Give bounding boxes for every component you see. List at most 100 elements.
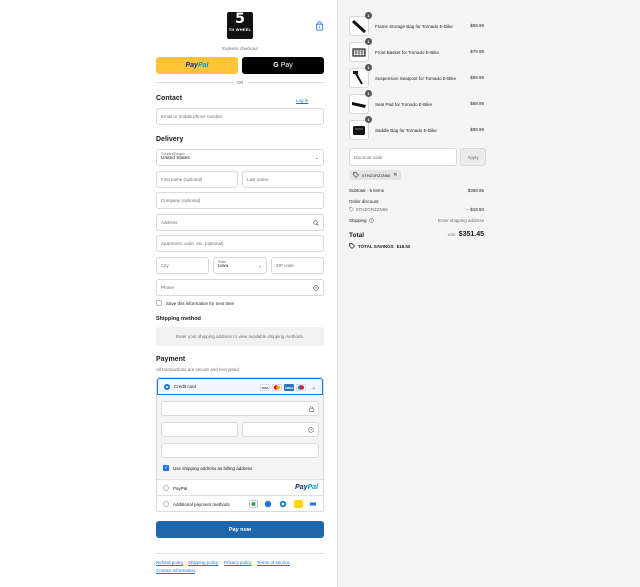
paypal-option[interactable]: PayPal PayPal xyxy=(157,479,323,496)
chevron-down-icon: ⌄ xyxy=(257,262,262,269)
discount-value: − $18.50 xyxy=(466,207,484,212)
product-thumbnail: 1 xyxy=(349,64,372,88)
payment-subtitle: All transactions are secure and encrypte… xyxy=(156,367,241,372)
card-number-field[interactable] xyxy=(161,401,319,416)
total-savings: TOTAL SAVINGS $18.50 xyxy=(349,243,410,249)
email-field[interactable]: Email or mobile phone number xyxy=(156,108,324,125)
or-label: OR xyxy=(236,79,244,85)
country-select[interactable]: Country/Region United States ⌄ xyxy=(156,149,324,166)
apartment-field[interactable]: Apartment, suite, etc. (optional) xyxy=(156,235,324,252)
discount-code-row: 5THZGRZZN66 − $18.50 xyxy=(349,207,484,212)
lock-icon xyxy=(309,405,314,412)
contact-information-link[interactable]: Contact information xyxy=(156,568,195,573)
gpay-text: Pay xyxy=(280,62,293,69)
express-checkout-label: Express checkout xyxy=(222,46,258,51)
first-name-field[interactable]: First name (optional) xyxy=(156,171,238,188)
payment-methods: Credit card VISA AMEX +4 ? ✓ Use shippin… xyxy=(156,377,324,512)
shipping-label: Shipping xyxy=(349,218,367,223)
expiry-field[interactable] xyxy=(161,422,238,437)
help-circle-icon[interactable]: ? xyxy=(308,426,314,433)
apartment-placeholder: Apartment, suite, etc. (optional) xyxy=(161,241,224,246)
apply-button[interactable]: Apply xyxy=(460,148,486,166)
additional-payment-option[interactable]: Additional payment methods xyxy=(157,495,323,512)
google-g-icon: G xyxy=(273,62,279,69)
store-logo[interactable]: 5 TH WHEEL xyxy=(227,12,253,39)
order-discount-row: Order discount xyxy=(349,199,484,204)
total-value: $351.45 xyxy=(458,231,484,238)
terms-of-service-link[interactable]: Terms of service xyxy=(257,560,290,565)
subtotal-row: Subtotal · 5 items $369.95 xyxy=(349,188,484,193)
phone-placeholder: Phone xyxy=(161,285,175,290)
refund-policy-link[interactable]: Refund policy xyxy=(156,560,183,565)
checkout-form-panel: 5 TH WHEEL Express checkout Pay Pal G Pay … xyxy=(0,0,337,587)
product-price: $99.99 xyxy=(470,127,484,132)
help-circle-icon[interactable]: ? xyxy=(368,218,374,223)
order-discount-label: Order discount xyxy=(349,199,379,204)
additional-payment-radio[interactable] xyxy=(163,501,169,507)
more-cards-label: +4 xyxy=(311,385,315,390)
paypal-text-a: Pay xyxy=(185,62,198,69)
search-icon xyxy=(313,219,319,226)
paypal-logo-b: Pal xyxy=(307,484,318,491)
shopping-bag-icon[interactable] xyxy=(315,21,324,31)
name-on-card-field[interactable] xyxy=(161,443,319,458)
save-info-checkbox[interactable] xyxy=(156,300,162,306)
shipping-info-text: Enter your shipping address to view avai… xyxy=(175,334,305,339)
save-info-row[interactable]: Save this information for next time xyxy=(156,300,234,306)
product-name: Frame Storage Bag for Tornado E-Bike xyxy=(375,23,453,29)
login-link[interactable]: Log in xyxy=(296,98,308,103)
shipping-policy-link[interactable]: Shipping policy xyxy=(188,560,218,565)
billing-same-row[interactable]: ✓ Use shipping address as billing addres… xyxy=(163,465,252,471)
shipping-value: Enter shipping address xyxy=(437,218,484,223)
additional-payment-icons xyxy=(249,500,318,508)
pay-icon xyxy=(264,500,273,508)
help-circle-icon[interactable]: ? xyxy=(313,284,319,291)
email-placeholder: Email or mobile phone number xyxy=(161,114,223,119)
discount-code-field[interactable]: Discount code xyxy=(349,148,457,166)
first-name-placeholder: First name (optional) xyxy=(161,177,203,182)
state-select[interactable]: State Iowa ⌄ xyxy=(213,257,267,274)
security-code-field[interactable]: ? xyxy=(242,422,319,437)
zip-field[interactable]: ZIP code xyxy=(271,257,324,274)
subtotal-value: $369.95 xyxy=(467,188,484,193)
yellow-pay-icon xyxy=(294,500,303,508)
paypal-radio[interactable] xyxy=(163,485,169,491)
product-price: $59.99 xyxy=(470,75,484,80)
product-price: $59.99 xyxy=(470,23,484,28)
city-placeholder: City xyxy=(161,263,169,268)
svg-text:?: ? xyxy=(310,428,312,432)
product-name: Front Basket for Tornado E-Bike xyxy=(375,49,439,55)
google-pay-button[interactable]: G Pay xyxy=(242,57,324,74)
credit-card-radio[interactable] xyxy=(164,383,170,390)
wallet-icon xyxy=(249,500,258,508)
paypal-option-label: PayPal xyxy=(173,485,188,491)
delivery-heading: Delivery xyxy=(156,136,184,143)
amex-icon: AMEX xyxy=(284,384,294,391)
phone-field[interactable]: Phone ? xyxy=(156,279,324,296)
card-brands: VISA AMEX +4 xyxy=(260,384,318,391)
last-name-placeholder: Last name xyxy=(247,177,269,182)
pay-now-button[interactable]: Pay now xyxy=(156,521,324,538)
privacy-policy-link[interactable]: Privacy policy xyxy=(224,560,252,565)
paypal-text-b: Pal xyxy=(197,62,209,69)
tag-icon xyxy=(349,207,354,212)
product-price: $69.99 xyxy=(470,101,484,106)
billing-same-checkbox[interactable]: ✓ xyxy=(163,465,169,471)
shipping-method-heading: Shipping method xyxy=(156,316,201,322)
pay-icon-alt xyxy=(279,500,288,508)
quantity-badge: 1 xyxy=(365,116,372,123)
company-field[interactable]: Company (optional) xyxy=(156,192,324,209)
paypal-express-button[interactable]: Pay Pal xyxy=(156,57,238,74)
footer-divider xyxy=(156,553,324,554)
last-name-field[interactable]: Last name xyxy=(242,171,324,188)
or-divider: OR xyxy=(156,79,324,85)
remove-discount-icon[interactable]: ✕ xyxy=(393,172,397,178)
subtotal-label: Subtotal · 5 items xyxy=(349,188,385,193)
credit-card-option[interactable]: Credit card VISA AMEX +4 xyxy=(157,378,323,395)
address-field[interactable]: Address xyxy=(156,214,324,231)
product-price: $79.99 xyxy=(470,49,484,54)
city-field[interactable]: City xyxy=(156,257,209,274)
visa-icon: VISA xyxy=(260,384,270,391)
logo-number: 5 xyxy=(235,11,245,27)
credit-card-label: Credit card xyxy=(174,384,197,389)
